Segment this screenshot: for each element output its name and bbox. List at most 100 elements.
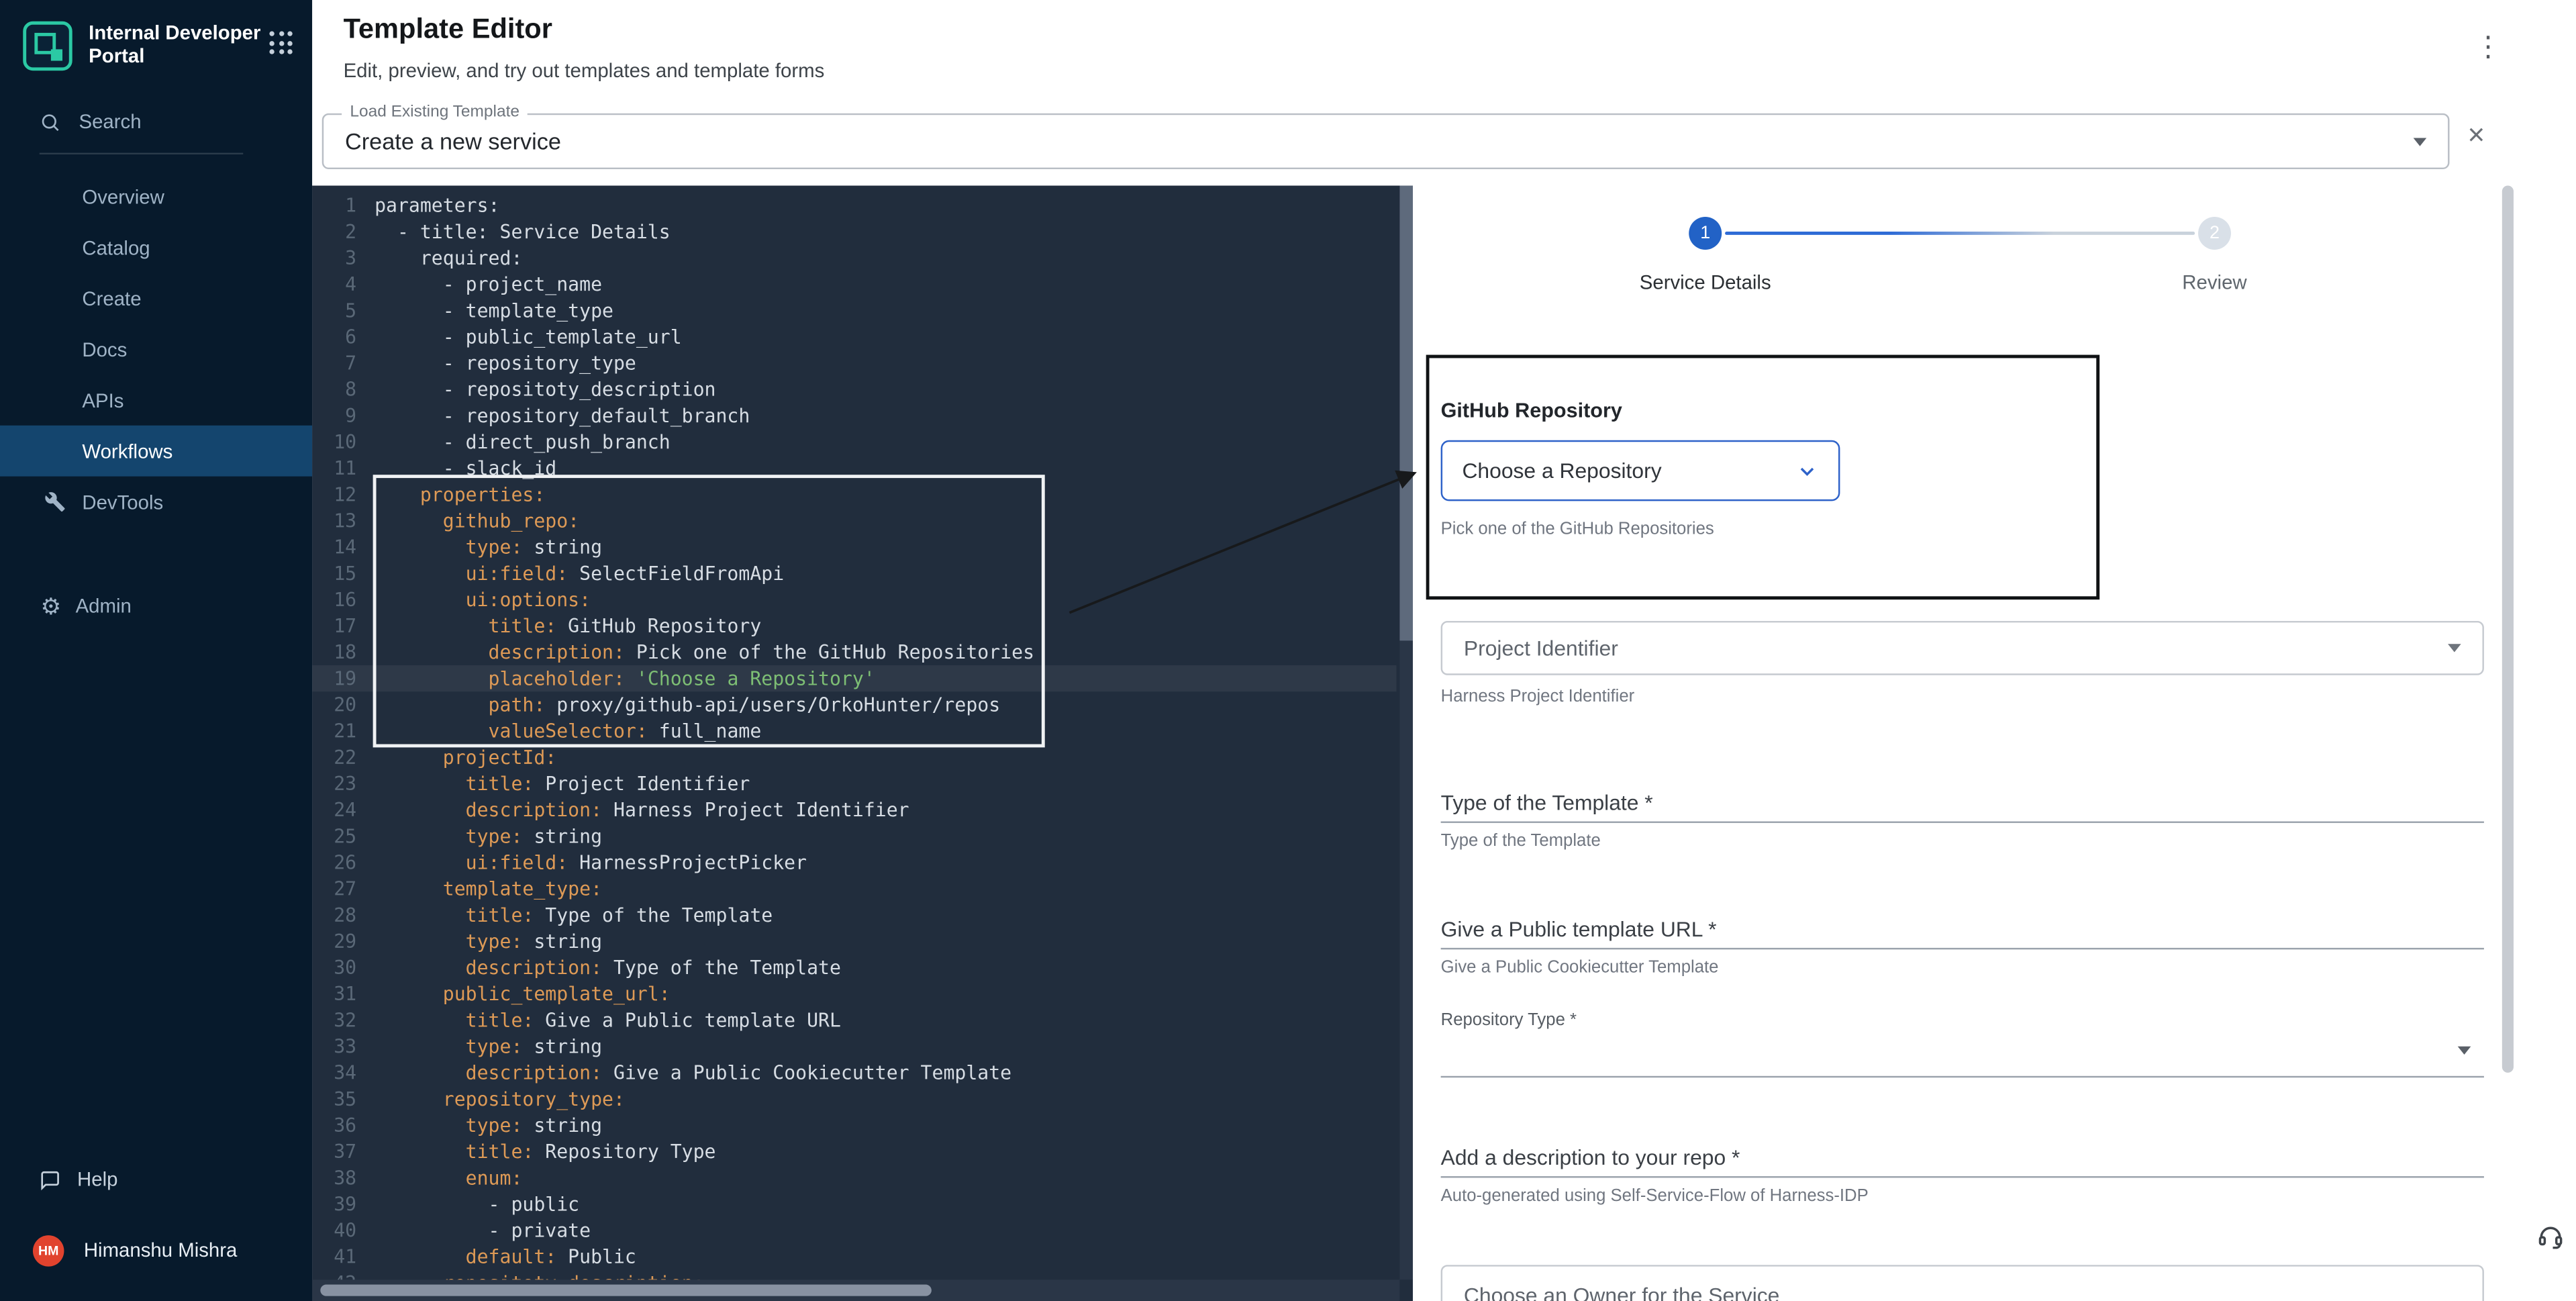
code-line[interactable]: 17 title: GitHub Repository <box>312 613 1396 639</box>
yaml-editor[interactable]: 1parameters:2 - title: Service Details3 … <box>312 186 1413 1301</box>
clear-template-icon[interactable]: × <box>2467 120 2485 150</box>
sidebar-item-label: Create <box>82 287 141 309</box>
sidebar-item-catalog[interactable]: Catalog <box>0 222 312 273</box>
sidebar-item-workflows[interactable]: Workflows <box>0 426 312 477</box>
github-repository-select[interactable]: Choose a Repository <box>1441 440 1840 501</box>
code-line[interactable]: 29 type: string <box>312 928 1396 955</box>
code-text: description: Pick one of the GitHub Repo… <box>375 639 1034 665</box>
code-line[interactable]: 30 description: Type of the Template <box>312 955 1396 981</box>
editor-horizontal-scrollbar-thumb[interactable] <box>320 1285 932 1296</box>
page-title: Template Editor <box>344 13 552 46</box>
code-line[interactable]: 41 default: Public <box>312 1243 1396 1269</box>
code-line[interactable]: 32 title: Give a Public template URL <box>312 1007 1396 1033</box>
code-line[interactable]: 8 - repositoty_description <box>312 376 1396 402</box>
code-line[interactable]: 19 placeholder: 'Choose a Repository' <box>312 665 1396 691</box>
code-line[interactable]: 20 path: proxy/github-api/users/OrkoHunt… <box>312 691 1396 718</box>
code-line[interactable]: 18 description: Pick one of the GitHub R… <box>312 639 1396 665</box>
code-line[interactable]: 31 public_template_url: <box>312 981 1396 1007</box>
step-2-circle: 2 <box>2198 217 2231 250</box>
page-subtitle: Edit, preview, and try out templates and… <box>344 59 825 82</box>
code-text: title: Type of the Template <box>375 902 773 928</box>
project-identifier-select[interactable]: Project Identifier <box>1441 621 2484 675</box>
sidebar-search[interactable]: Search <box>40 110 244 154</box>
help-button[interactable]: Help <box>0 1157 312 1203</box>
code-line[interactable]: 15 ui:field: SelectFieldFromApi <box>312 560 1396 586</box>
sidebar-bottom: Help HM Himanshu Mishra <box>0 1157 312 1301</box>
code-line[interactable]: 25 type: string <box>312 823 1396 849</box>
code-lines: 1parameters:2 - title: Service Details3 … <box>312 192 1396 1296</box>
line-number: 21 <box>312 718 356 744</box>
sidebar-item-devtools[interactable]: DevTools <box>0 477 312 528</box>
code-line[interactable]: 35 repository_type: <box>312 1086 1396 1112</box>
code-line[interactable]: 4 - project_name <box>312 271 1396 297</box>
code-line[interactable]: 10 - direct_push_branch <box>312 429 1396 455</box>
editor-vertical-scrollbar[interactable] <box>1399 186 1413 1280</box>
stepper-step-1[interactable]: 1 Service Details <box>1574 217 1837 294</box>
code-line[interactable]: 2 - title: Service Details <box>312 218 1396 244</box>
service-owner-value: Choose an Owner for the Service <box>1464 1283 1779 1301</box>
sidebar-item-create[interactable]: Create <box>0 273 312 324</box>
code-line[interactable]: 40 - private <box>312 1217 1396 1243</box>
code-line[interactable]: 3 required: <box>312 245 1396 271</box>
code-line[interactable]: 5 - template_type <box>312 297 1396 324</box>
code-line[interactable]: 37 title: Repository Type <box>312 1139 1396 1165</box>
template-type-field[interactable]: Type of the Template * <box>1441 790 1653 815</box>
kebab-menu-icon[interactable]: ⋮ <box>2474 33 2502 62</box>
code-line[interactable]: 11 - slack_id <box>312 455 1396 481</box>
support-headset-icon[interactable] <box>2536 1222 2565 1259</box>
idp-logo-icon <box>23 21 72 70</box>
line-number: 30 <box>312 955 356 981</box>
sidebar-item-admin[interactable]: ⚙ Admin <box>0 580 312 631</box>
line-number: 19 <box>312 665 356 691</box>
code-line[interactable]: 24 description: Harness Project Identifi… <box>312 797 1396 823</box>
search-label: Search <box>79 110 141 133</box>
code-line[interactable]: 27 template_type: <box>312 875 1396 902</box>
line-number: 27 <box>312 875 356 902</box>
load-template-value: Create a new service <box>345 128 561 154</box>
brand-title-line2: Portal <box>89 44 260 67</box>
code-line[interactable]: 39 - public <box>312 1191 1396 1217</box>
code-text: - private <box>375 1217 591 1243</box>
code-line[interactable]: 26 ui:field: HarnessProjectPicker <box>312 849 1396 875</box>
code-text: - public_template_url <box>375 324 682 350</box>
public-template-url-field[interactable]: Give a Public template URL * <box>1441 916 1717 941</box>
load-template-select[interactable]: Load Existing Template Create a new serv… <box>322 113 2450 169</box>
repository-type-underline[interactable] <box>1441 1076 2484 1077</box>
editor-horizontal-scrollbar[interactable] <box>312 1280 1399 1301</box>
repo-description-field[interactable]: Add a description to your repo * <box>1441 1145 1740 1170</box>
user-profile[interactable]: HM Himanshu Mishra <box>0 1222 312 1278</box>
code-line[interactable]: 16 ui:options: <box>312 587 1396 613</box>
code-line[interactable]: 1parameters: <box>312 192 1396 218</box>
line-number: 11 <box>312 455 356 481</box>
sidebar-item-overview[interactable]: Overview <box>0 171 312 222</box>
code-line[interactable]: 28 title: Type of the Template <box>312 902 1396 928</box>
form-scrollbar[interactable] <box>2502 186 2514 1073</box>
code-line[interactable]: 33 type: string <box>312 1033 1396 1059</box>
apps-grid-icon[interactable] <box>269 31 292 54</box>
code-line[interactable]: 36 type: string <box>312 1112 1396 1139</box>
code-line[interactable]: 6 - public_template_url <box>312 324 1396 350</box>
code-line[interactable]: 21 valueSelector: full_name <box>312 718 1396 744</box>
sidebar-nav: OverviewCatalog Create DocsAPIsWorkflowsDe… <box>0 171 312 527</box>
sidebar-item-docs[interactable]: Docs <box>0 324 312 375</box>
chevron-down-icon[interactable] <box>2458 1047 2471 1055</box>
code-line[interactable]: 13 github_repo: <box>312 508 1396 534</box>
code-line[interactable]: 12 properties: <box>312 481 1396 508</box>
code-line[interactable]: 34 description: Give a Public Cookiecutt… <box>312 1059 1396 1086</box>
code-text: template_type: <box>375 875 602 902</box>
code-line[interactable]: 9 - repository_default_branch <box>312 403 1396 429</box>
line-number: 23 <box>312 771 356 797</box>
code-text: valueSelector: full_name <box>375 718 761 744</box>
service-owner-select[interactable]: Choose an Owner for the Service <box>1441 1265 2484 1301</box>
editor-vertical-scrollbar-thumb[interactable] <box>1399 186 1413 641</box>
code-line[interactable]: 7 - repository_type <box>312 350 1396 376</box>
search-icon <box>40 111 61 132</box>
code-line[interactable]: 14 type: string <box>312 534 1396 560</box>
code-line[interactable]: 23 title: Project Identifier <box>312 771 1396 797</box>
user-name: Himanshu Mishra <box>84 1239 238 1261</box>
code-line[interactable]: 22 projectId: <box>312 744 1396 770</box>
sidebar-item-apis[interactable]: APIs <box>0 375 312 426</box>
code-line[interactable]: 38 enum: <box>312 1165 1396 1191</box>
chevron-down-icon <box>2414 138 2427 146</box>
stepper-step-2[interactable]: 2 Review <box>2083 217 2346 294</box>
